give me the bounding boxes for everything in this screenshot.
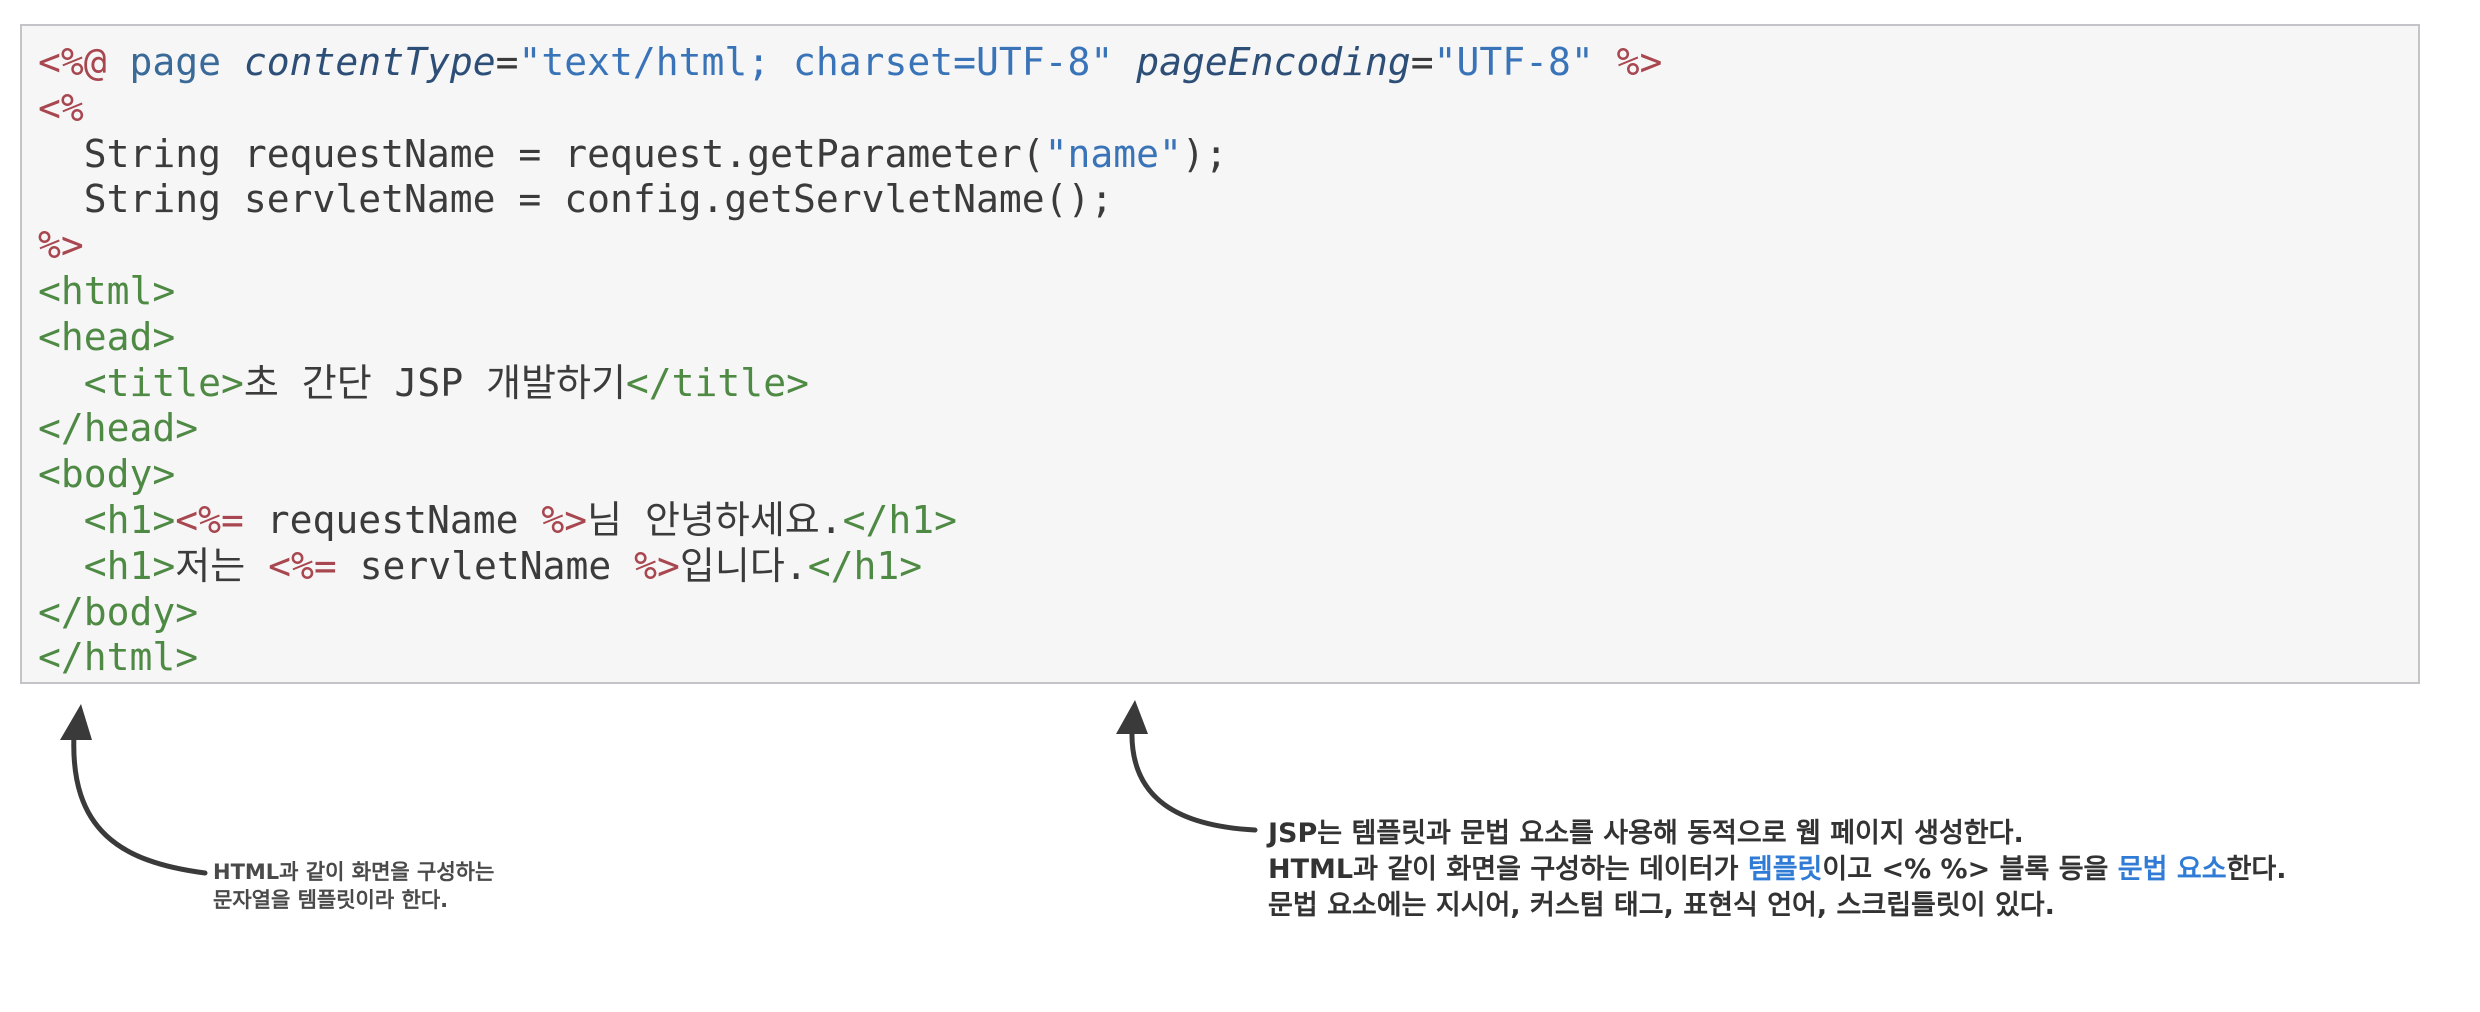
- annotation-line: 문자열을 템플릿이라 한다.: [213, 888, 449, 912]
- template-annotation: HTML과 같이 화면을 구성하는 문자열을 템플릿이라 한다.: [213, 858, 494, 914]
- right-arrow-icon: [1116, 700, 1258, 833]
- annotation-text: 한다.: [2226, 854, 2287, 885]
- left-arrow-icon: [60, 704, 208, 876]
- annotation-text: HTML과 같이 화면을 구성하는 데이터가: [1268, 854, 1748, 885]
- highlight-syntax-element: 문법 요소: [2117, 854, 2227, 885]
- syntax-annotation: JSP는 템플릿과 문법 요소를 사용해 동적으로 웹 페이지 생성한다. HT…: [1268, 816, 2287, 924]
- slide: <%@ page contentType="text/html; charset…: [0, 0, 2480, 1012]
- annotation-line: 문법 요소에는 지시어, 커스텀 태그, 표현식 언어, 스크립틀릿이 있다.: [1268, 890, 2055, 921]
- annotation-line: HTML과 같이 화면을 구성하는 데이터가 템플릿이고 <% %> 블록 등을…: [1268, 852, 2287, 888]
- annotation-line: JSP는 템플릿과 문법 요소를 사용해 동적으로 웹 페이지 생성한다.: [1268, 818, 2024, 849]
- annotation-line: HTML과 같이 화면을 구성하는: [213, 860, 495, 884]
- highlight-template: 템플릿: [1747, 854, 1823, 885]
- annotation-text: 이고 <% %> 블록 등을: [1822, 854, 2118, 885]
